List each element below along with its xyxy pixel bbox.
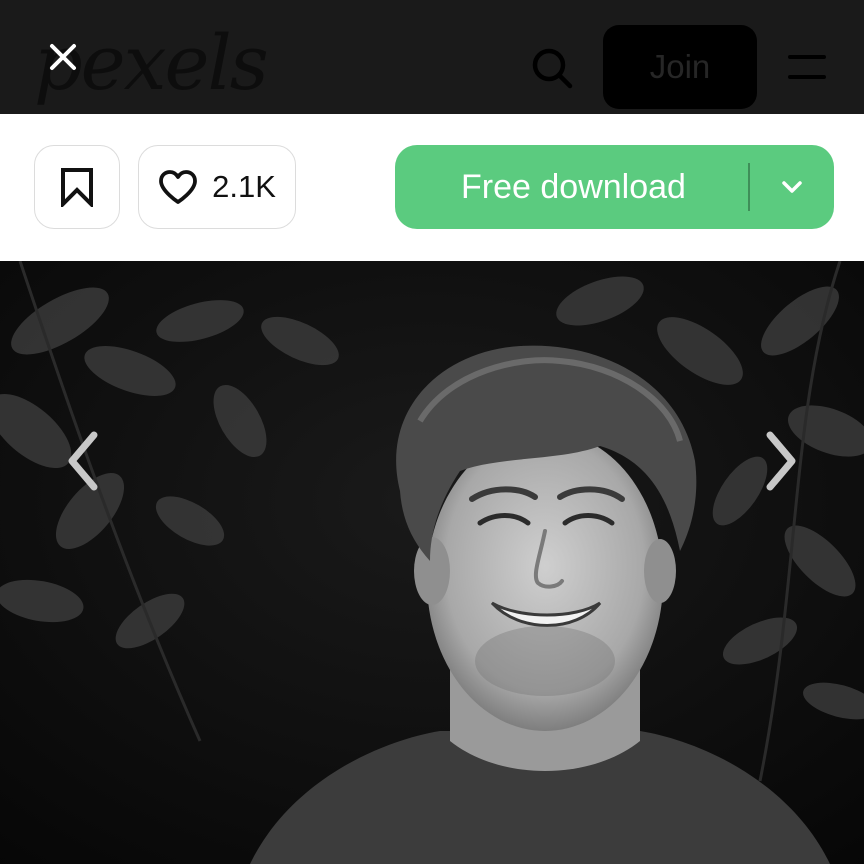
menu-button[interactable] bbox=[788, 52, 826, 82]
portrait-photo bbox=[0, 261, 864, 864]
join-button[interactable]: Join bbox=[603, 25, 757, 109]
like-count: 2.1K bbox=[212, 169, 276, 204]
bookmark-icon bbox=[61, 168, 93, 207]
previous-photo-button[interactable] bbox=[52, 421, 112, 501]
chevron-down-icon bbox=[782, 181, 802, 193]
top-header: pexels Join bbox=[0, 0, 864, 114]
menu-icon bbox=[788, 55, 826, 79]
next-photo-button[interactable] bbox=[752, 421, 812, 501]
chevron-right-icon bbox=[766, 431, 796, 491]
search-icon bbox=[532, 48, 573, 89]
search-button[interactable] bbox=[528, 44, 576, 92]
close-button[interactable] bbox=[40, 34, 86, 80]
free-download-button[interactable]: Free download bbox=[395, 145, 834, 229]
download-options-button[interactable] bbox=[750, 145, 834, 229]
close-icon bbox=[50, 44, 76, 70]
photo-viewer[interactable] bbox=[0, 261, 864, 864]
photo-action-bar: 2.1K Free download bbox=[0, 114, 864, 261]
heart-icon bbox=[159, 170, 198, 204]
like-button[interactable]: 2.1K bbox=[138, 145, 296, 229]
bookmark-button[interactable] bbox=[34, 145, 120, 229]
chevron-left-icon bbox=[68, 431, 98, 491]
download-label: Free download bbox=[461, 167, 686, 206]
